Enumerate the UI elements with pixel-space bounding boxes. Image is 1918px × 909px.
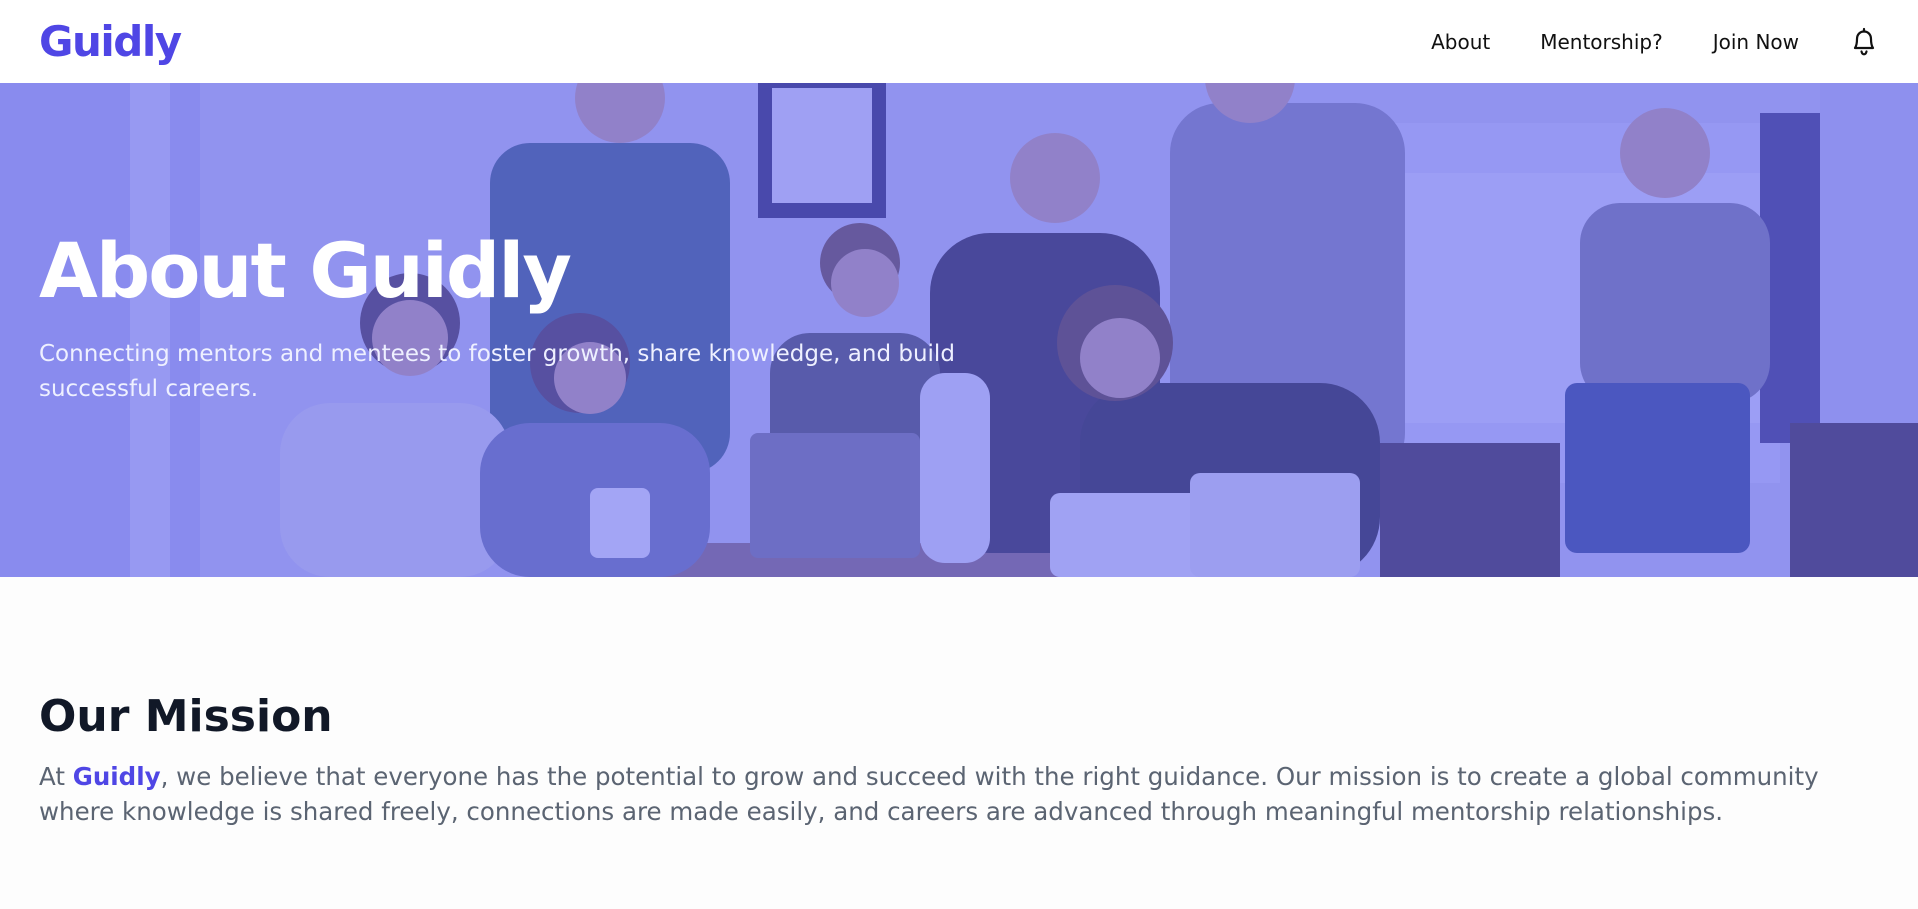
nav-links: About Mentorship? Join Now <box>1431 26 1879 58</box>
mission-title: Our Mission <box>39 691 333 742</box>
hero-subtitle: Connecting mentors and mentees to foster… <box>39 341 955 402</box>
nav-link-about[interactable]: About <box>1431 30 1490 54</box>
top-navbar: Guidly About Mentorship? Join Now <box>0 0 1918 83</box>
mission-text: At Guidly, we believe that everyone has … <box>39 759 1879 829</box>
nav-link-mentorship[interactable]: Mentorship? <box>1540 30 1663 54</box>
mission-text-body: , we believe that everyone has the poten… <box>39 762 1819 826</box>
bell-icon[interactable] <box>1849 26 1879 58</box>
hero-banner: About Guidly Connecting mentors and ment… <box>0 83 1918 577</box>
nav-link-join-now[interactable]: Join Now <box>1713 30 1799 54</box>
mission-text-prefix: At <box>39 762 73 791</box>
hero-content: About Guidly Connecting mentors and ment… <box>39 233 999 407</box>
mission-brand-name: Guidly <box>72 762 161 791</box>
logo[interactable]: Guidly <box>39 17 182 66</box>
mission-section: Our Mission At Guidly, we believe that e… <box>0 577 1918 909</box>
hero-title: About Guidly <box>39 226 572 315</box>
